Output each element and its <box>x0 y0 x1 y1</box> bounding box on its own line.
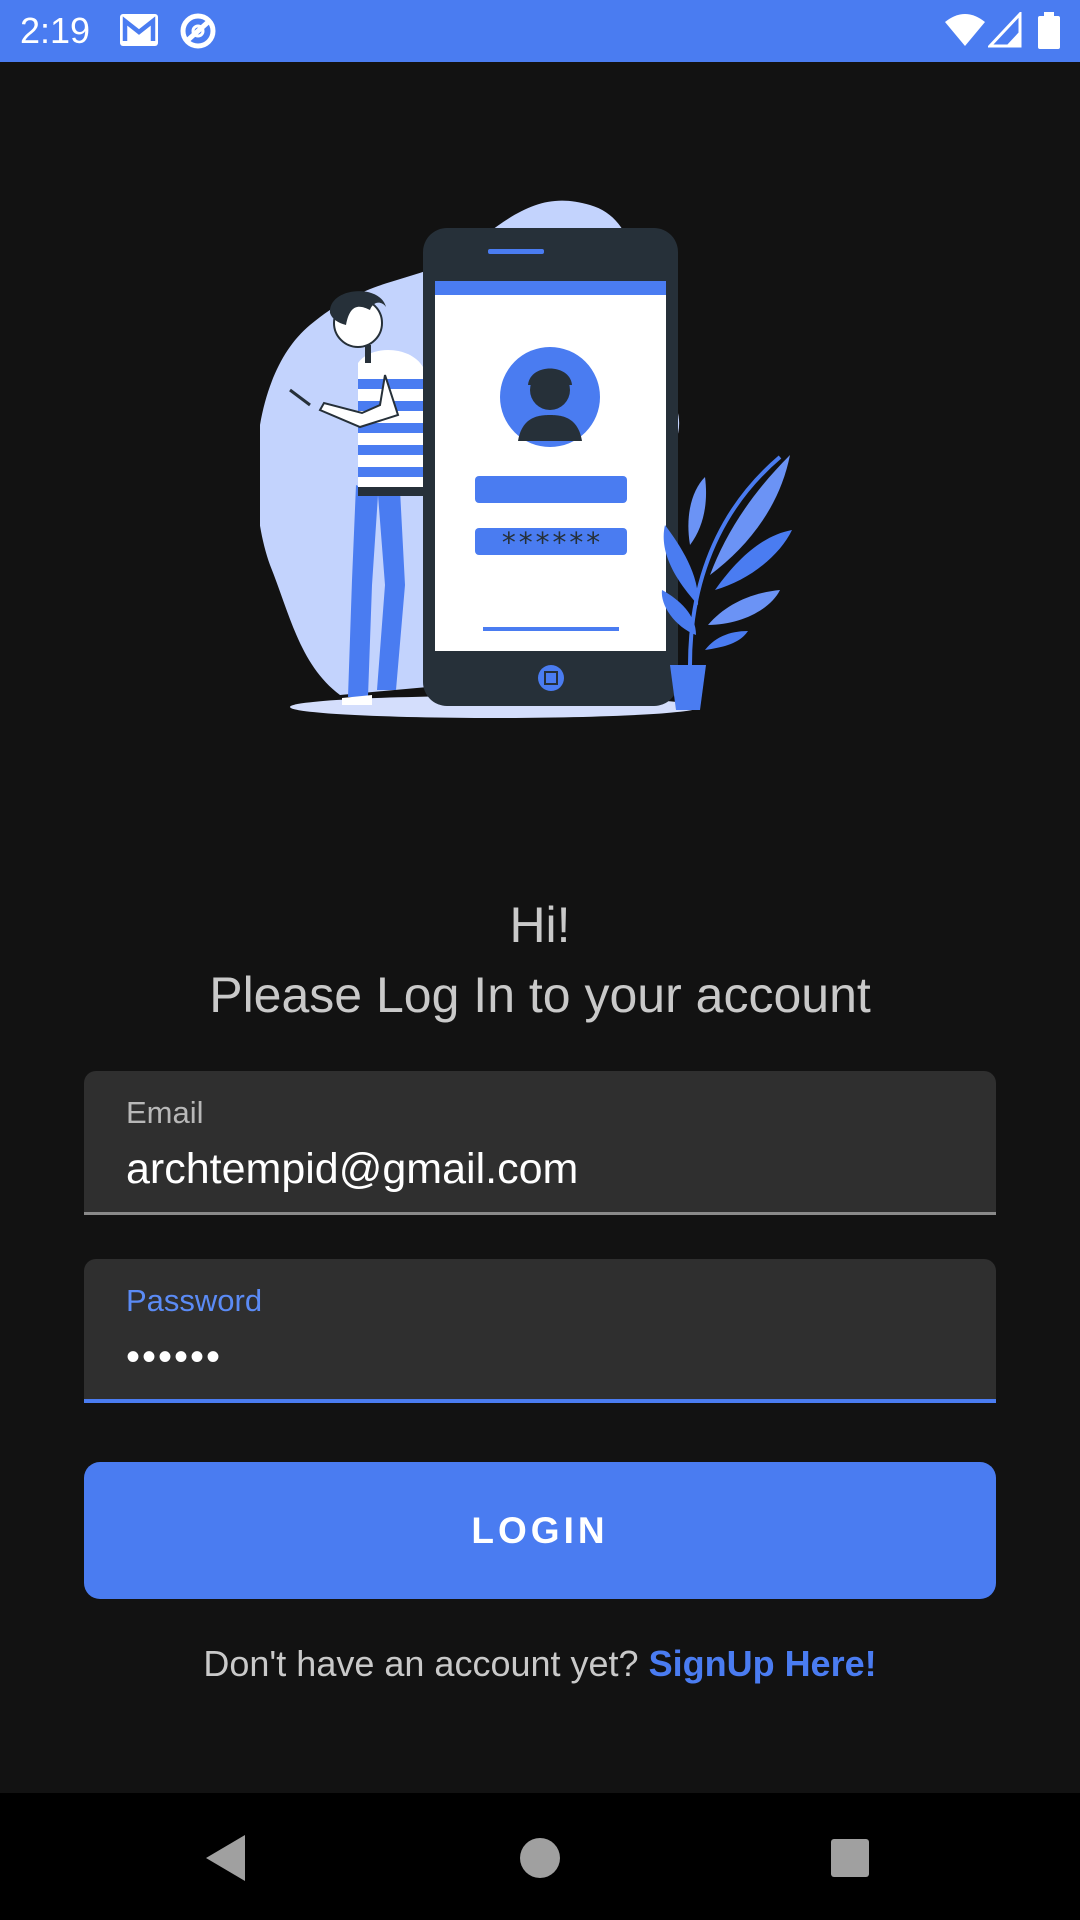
signup-link[interactable]: SignUp Here! <box>649 1643 877 1684</box>
email-label: Email <box>126 1095 204 1130</box>
email-input[interactable] <box>126 1141 946 1197</box>
gmail-icon <box>120 14 158 46</box>
password-input[interactable] <box>126 1329 946 1385</box>
home-icon[interactable] <box>505 1823 575 1893</box>
password-mask-text: ****** <box>500 526 601 559</box>
navigation-bar <box>0 1793 1080 1920</box>
signup-prompt-text: Don't have an account yet? <box>203 1643 639 1684</box>
login-button[interactable]: LOGIN <box>84 1462 996 1599</box>
battery-icon <box>1038 12 1060 49</box>
status-bar: 2:19 <box>0 0 1080 62</box>
status-time: 2:19 <box>20 10 91 51</box>
password-field[interactable]: Password <box>84 1259 996 1403</box>
wifi-icon <box>945 14 985 46</box>
password-label: Password <box>126 1283 263 1318</box>
greeting-text: Hi! <box>509 897 571 953</box>
login-illustration: ****** <box>260 200 792 718</box>
page-subtitle: Please Log In to your account <box>209 967 871 1023</box>
email-field[interactable]: Email <box>84 1071 996 1215</box>
sync-icon <box>180 13 216 49</box>
login-screen: 2:19 ****** Hi! Please Log In to your ac… <box>0 0 1080 1920</box>
signal-icon <box>988 12 1022 48</box>
signup-prompt-line: Don't have an account yet? SignUp Here! <box>0 1640 1080 1688</box>
back-icon[interactable] <box>190 1823 260 1893</box>
recents-icon[interactable] <box>815 1823 885 1893</box>
